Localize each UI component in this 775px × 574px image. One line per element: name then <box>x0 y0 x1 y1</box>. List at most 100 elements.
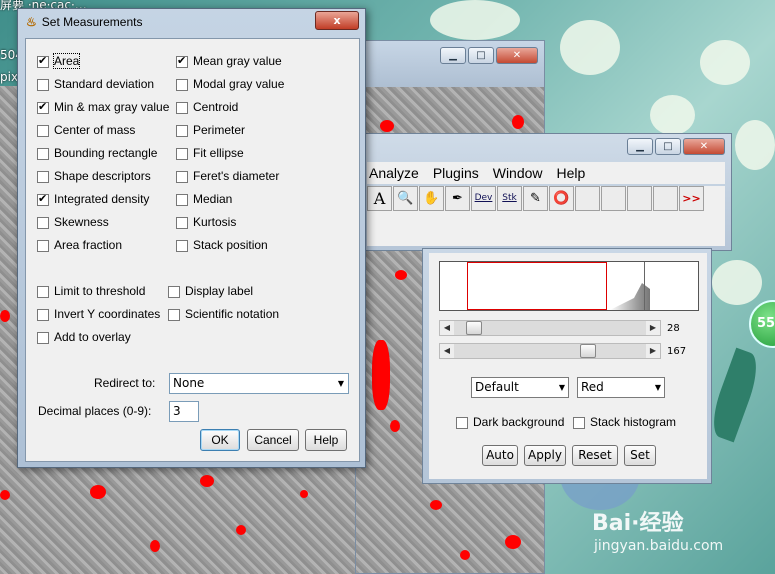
min-max-gray-value-checkbox[interactable]: Min & max gray value <box>37 100 169 114</box>
maximize-button[interactable]: □ <box>468 47 494 64</box>
center-of-mass-checkbox[interactable]: Center of mass <box>37 123 135 137</box>
checkbox-icon[interactable] <box>37 170 49 183</box>
checkbox-icon[interactable] <box>176 147 188 160</box>
checkbox-icon[interactable] <box>37 216 49 229</box>
feret-s-diameter-checkbox[interactable]: Feret's diameter <box>176 169 279 183</box>
help-button[interactable]: Help <box>305 429 347 451</box>
maximize-button[interactable]: □ <box>655 138 681 155</box>
more-tools-icon[interactable]: >> <box>679 186 704 211</box>
slider-left-arrow-icon[interactable]: ◀ <box>440 344 454 358</box>
perimeter-checkbox[interactable]: Perimeter <box>176 123 245 137</box>
empty-tool-slot[interactable] <box>627 186 652 211</box>
checkbox-icon[interactable] <box>37 78 49 91</box>
checkbox-icon[interactable] <box>37 147 49 160</box>
menu-window[interactable]: Window <box>493 162 543 184</box>
stack-position-checkbox[interactable]: Stack position <box>176 238 268 252</box>
checkbox-icon[interactable] <box>37 285 49 298</box>
menu-analyze[interactable]: Analyze <box>369 162 419 184</box>
checkbox-icon[interactable] <box>37 239 49 252</box>
checkbox-icon[interactable] <box>176 78 188 91</box>
mode-select[interactable]: Red ▼ <box>577 377 665 398</box>
checkbox-icon[interactable] <box>37 54 49 68</box>
invert-y-coordinates-checkbox[interactable]: Invert Y coordinates <box>37 307 160 321</box>
text-tool-icon[interactable]: A <box>367 186 392 211</box>
kurtosis-label: Kurtosis <box>193 215 237 229</box>
bounding-rectangle-checkbox[interactable]: Bounding rectangle <box>37 146 157 160</box>
slider-thumb[interactable] <box>580 344 596 358</box>
method-select[interactable]: Default ▼ <box>471 377 569 398</box>
imagej-main-window[interactable]: ▁ □ ✕ Analyze Plugins Window Help A 🔍 ✋ … <box>362 133 732 251</box>
menu-help[interactable]: Help <box>557 162 586 184</box>
empty-tool-slot[interactable] <box>601 186 626 211</box>
minimize-button[interactable]: ▁ <box>627 138 653 155</box>
min-threshold-slider[interactable]: ◀ ▶ <box>439 320 661 336</box>
area-fraction-checkbox[interactable]: Area fraction <box>37 238 122 252</box>
max-threshold-slider[interactable]: ◀ ▶ <box>439 343 661 359</box>
image-window-titlebar[interactable]: ▁ □ ✕ <box>356 41 544 87</box>
set-button[interactable]: Set <box>624 445 656 466</box>
integrated-density-checkbox[interactable]: Integrated density <box>37 192 149 206</box>
display-label-checkbox[interactable]: Display label <box>168 284 253 298</box>
apply-button[interactable]: Apply <box>524 445 566 466</box>
close-button[interactable]: ✕ <box>496 47 538 64</box>
checkbox-icon[interactable] <box>176 239 188 252</box>
developer-menu-icon[interactable]: Dev <box>471 186 496 211</box>
redirect-select[interactable]: None ▼ <box>169 373 349 394</box>
kurtosis-checkbox[interactable]: Kurtosis <box>176 215 236 229</box>
menu-plugins[interactable]: Plugins <box>433 162 479 184</box>
fit-ellipse-checkbox[interactable]: Fit ellipse <box>176 146 244 160</box>
decimal-places-input[interactable]: 3 <box>169 401 199 422</box>
area-checkbox[interactable]: Area <box>37 53 81 69</box>
slider-right-arrow-icon[interactable]: ▶ <box>646 344 660 358</box>
threshold-window[interactable]: ◀ ▶ 28 ◀ ▶ 167 Default ▼ Red ▼ Dark back… <box>422 248 712 484</box>
color-picker-icon[interactable]: ✒ <box>445 186 470 211</box>
checkbox-icon[interactable] <box>456 416 468 429</box>
add-to-overlay-checkbox[interactable]: Add to overlay <box>37 330 131 344</box>
chevron-down-icon: ▼ <box>558 383 565 392</box>
close-button[interactable]: ✕ <box>683 138 725 155</box>
checkbox-icon[interactable] <box>37 331 49 344</box>
standard-deviation-checkbox[interactable]: Standard deviation <box>37 77 154 91</box>
dialog-titlebar[interactable]: ♨ Set Measurements <box>26 15 142 29</box>
checkbox-icon[interactable] <box>176 216 188 229</box>
modal-gray-value-checkbox[interactable]: Modal gray value <box>176 77 284 91</box>
ok-button[interactable]: OK <box>200 429 240 451</box>
checkbox-icon[interactable] <box>37 100 49 114</box>
slider-thumb[interactable] <box>466 321 482 335</box>
cancel-button[interactable]: Cancel <box>247 429 299 451</box>
centroid-checkbox[interactable]: Centroid <box>176 100 238 114</box>
magnifier-icon[interactable]: 🔍 <box>393 186 418 211</box>
limit-to-threshold-checkbox[interactable]: Limit to threshold <box>37 284 145 298</box>
checkbox-icon[interactable] <box>176 170 188 183</box>
median-checkbox[interactable]: Median <box>176 192 232 206</box>
checkbox-icon[interactable] <box>168 285 180 298</box>
set-measurements-dialog[interactable]: ♨ Set Measurements x Redirect to: None ▼ … <box>17 8 366 468</box>
reset-button[interactable]: Reset <box>572 445 618 466</box>
checkbox-icon[interactable] <box>37 192 49 206</box>
checkbox-icon[interactable] <box>176 193 188 206</box>
slider-left-arrow-icon[interactable]: ◀ <box>440 321 454 335</box>
checkbox-icon[interactable] <box>37 124 49 137</box>
minimize-button[interactable]: ▁ <box>440 47 466 64</box>
auto-button[interactable]: Auto <box>482 445 518 466</box>
checkbox-icon[interactable] <box>176 101 188 114</box>
checkbox-icon[interactable] <box>573 416 585 429</box>
slider-right-arrow-icon[interactable]: ▶ <box>646 321 660 335</box>
checkbox-icon[interactable] <box>37 308 49 321</box>
stack-menu-icon[interactable]: Stk <box>497 186 522 211</box>
shape-descriptors-checkbox[interactable]: Shape descriptors <box>37 169 151 183</box>
empty-tool-slot[interactable] <box>653 186 678 211</box>
skewness-checkbox[interactable]: Skewness <box>37 215 109 229</box>
dialog-close-button[interactable]: x <box>315 11 359 30</box>
flood-fill-icon[interactable]: ⭕ <box>549 186 574 211</box>
stack-histogram-checkbox[interactable]: Stack histogram <box>573 415 676 429</box>
empty-tool-slot[interactable] <box>575 186 600 211</box>
checkbox-icon[interactable] <box>168 308 180 321</box>
dark-background-checkbox[interactable]: Dark background <box>456 415 564 429</box>
brush-icon[interactable]: ✎ <box>523 186 548 211</box>
checkbox-icon[interactable] <box>176 124 188 137</box>
scientific-notation-checkbox[interactable]: Scientific notation <box>168 307 279 321</box>
mean-gray-value-checkbox[interactable]: Mean gray value <box>176 54 282 68</box>
checkbox-icon[interactable] <box>176 54 188 68</box>
hand-icon[interactable]: ✋ <box>419 186 444 211</box>
